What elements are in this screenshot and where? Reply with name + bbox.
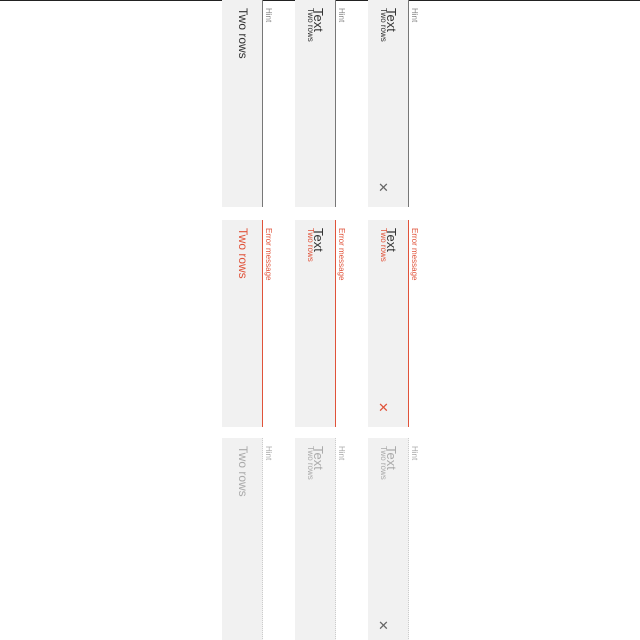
close-icon[interactable]: ✕ — [378, 182, 389, 196]
error-message: Error message — [337, 228, 346, 281]
close-icon[interactable]: ✕ — [378, 402, 389, 416]
error-message: Error message — [410, 228, 419, 281]
field-value: Text — [384, 446, 399, 470]
field-value: Text — [384, 228, 399, 252]
field-hint: Hint — [337, 446, 346, 461]
field-value: Two rows — [236, 228, 250, 279]
field-hint: Hint — [264, 446, 273, 461]
error-message: Error message — [264, 228, 273, 281]
field-value: Text — [311, 228, 326, 252]
field-hint: Hint — [264, 8, 273, 23]
field-value: Two rows — [236, 8, 250, 59]
field-value: Two rows — [236, 446, 250, 497]
field-value: Text — [311, 446, 326, 470]
field-hint: Hint — [337, 8, 346, 23]
field-value: Text — [384, 8, 399, 32]
field-hint: Hint — [410, 446, 419, 461]
text-field-states-canvas: Two rows Hint Two rows Text Hint Two rows Text… — [0, 0, 640, 640]
field-hint: Hint — [410, 8, 419, 23]
field-value: Text — [311, 8, 326, 32]
close-icon: ✕ — [378, 619, 389, 634]
